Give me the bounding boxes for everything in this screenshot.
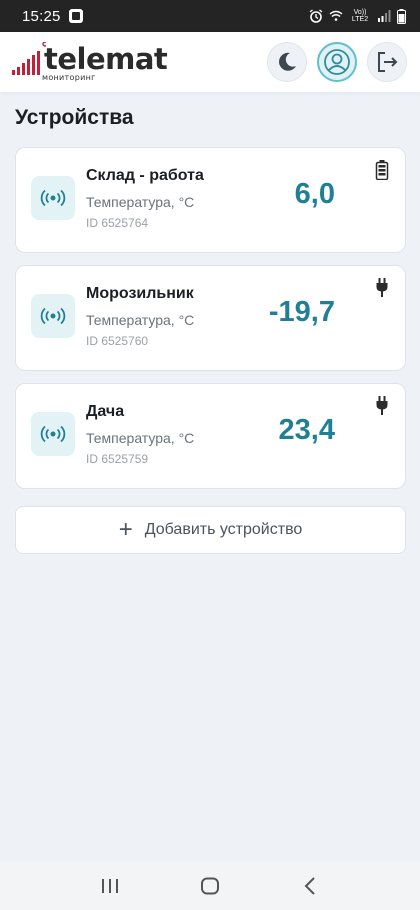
device-id: ID 6525764 (86, 216, 149, 230)
home-icon (201, 877, 219, 895)
app-header: telemat мониторинг (0, 32, 420, 92)
logout-button[interactable] (367, 42, 407, 82)
alarm-icon (309, 9, 323, 23)
status-icons: Vo)) LTE2 (309, 8, 406, 24)
device-name: Склад - работа (86, 167, 204, 184)
device-icon-box (31, 176, 75, 220)
logo-subtext: мониторинг (42, 73, 96, 82)
device-card[interactable]: Склад - работа Температура, °C ID 652576… (15, 147, 406, 253)
theme-toggle-button[interactable] (267, 42, 307, 82)
plus-icon: + (118, 516, 133, 543)
plug-icon (376, 278, 388, 297)
device-metric: Температура, °C (86, 430, 195, 446)
device-id: ID 6525759 (86, 452, 149, 466)
device-id: ID 6525760 (86, 334, 149, 348)
device-icon-box (31, 412, 75, 456)
device-name: Морозильник (86, 285, 194, 302)
user-icon (324, 49, 350, 75)
device-value: 6,0 (294, 178, 335, 210)
logo-text: telemat (44, 42, 168, 76)
wifi-icon (329, 10, 343, 21)
recent-apps-icon (102, 879, 118, 893)
device-value: 23,4 (278, 414, 335, 446)
broadcast-icon (40, 307, 66, 325)
page-title: Устройства (15, 106, 134, 129)
device-name: Дача (86, 403, 125, 420)
plug-icon (376, 396, 388, 415)
moon-icon (279, 52, 296, 71)
battery-status-icon (397, 8, 406, 24)
status-time: 15:25 (22, 7, 61, 25)
system-nav-bar (0, 862, 420, 910)
status-bar: 15:25 Vo)) LTE2 (0, 0, 420, 32)
network-label: Vo)) LTE2 (351, 9, 369, 23)
telemat-logo: telemat мониторинг (12, 42, 168, 86)
device-icon-box (31, 294, 75, 338)
logout-icon (378, 52, 398, 72)
device-card[interactable]: Морозильник Температура, °C ID 6525760 -… (15, 265, 406, 371)
device-card[interactable]: Дача Температура, °C ID 6525759 23,4 (15, 383, 406, 489)
broadcast-icon (40, 189, 66, 207)
back-icon (304, 877, 315, 895)
signal-icon (378, 10, 391, 22)
add-device-button[interactable]: + Добавить устройство (15, 506, 406, 554)
device-metric: Температура, °C (86, 312, 195, 328)
broadcast-icon (40, 425, 66, 443)
home-button[interactable] (190, 871, 230, 901)
recent-apps-button[interactable] (90, 871, 130, 901)
battery-icon (375, 160, 389, 180)
signal-bars-logo-icon (12, 42, 46, 75)
back-button[interactable] (290, 871, 330, 901)
add-device-label: Добавить устройство (144, 521, 303, 538)
notification-app-icon (68, 9, 83, 23)
profile-button[interactable] (317, 42, 357, 82)
device-metric: Температура, °C (86, 194, 195, 210)
device-value: -19,7 (268, 296, 335, 328)
